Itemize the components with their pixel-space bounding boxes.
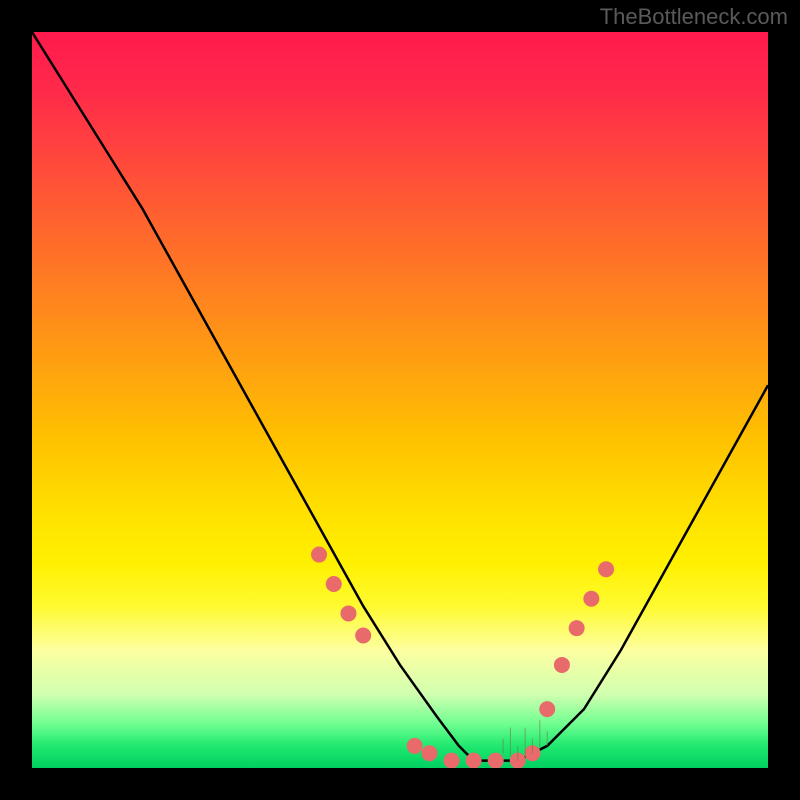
chart-marker	[311, 547, 327, 563]
chart-marker	[488, 753, 504, 768]
chart-markers	[311, 547, 614, 768]
chart-marker	[598, 561, 614, 577]
chart-marker	[569, 620, 585, 636]
chart-marker	[340, 605, 356, 621]
chart-marker	[407, 738, 423, 754]
chart-spikes	[503, 720, 547, 760]
chart-marker	[421, 745, 437, 761]
chart-marker	[444, 753, 460, 768]
chart-marker	[510, 753, 526, 768]
chart-marker	[524, 745, 540, 761]
chart-curve	[32, 32, 768, 761]
chart-marker	[554, 657, 570, 673]
chart-marker	[583, 591, 599, 607]
bottleneck-curve-line	[32, 32, 768, 761]
chart-marker	[326, 576, 342, 592]
chart-marker	[355, 628, 371, 644]
chart-svg	[32, 32, 768, 768]
watermark-text: TheBottleneck.com	[600, 4, 788, 30]
chart-marker	[466, 753, 482, 768]
chart-marker	[539, 701, 555, 717]
chart-plot-area	[32, 32, 768, 768]
